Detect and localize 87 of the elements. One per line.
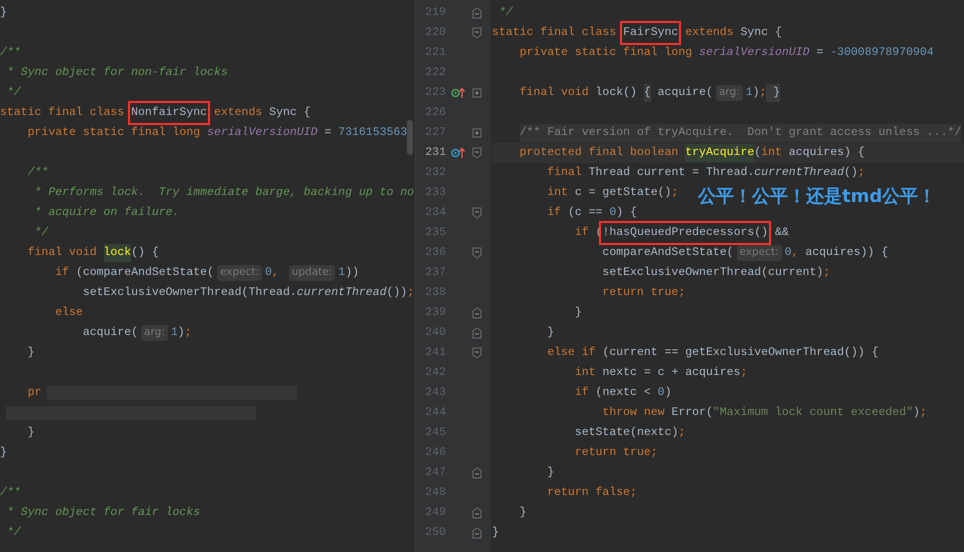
circle-arrow-icon[interactable] — [451, 147, 465, 159]
code-line: pr — [28, 385, 42, 402]
code-line: setExclusiveOwnerThread(current); — [602, 265, 830, 282]
fold-marker-icon[interactable] — [472, 467, 482, 479]
code-text: if (compareAndSetState( — [55, 265, 214, 282]
code-line: else — [55, 305, 83, 322]
code-line: throw new Error("Maximum lock count exceeded"); — [602, 405, 927, 422]
folded-code: } — [766, 84, 780, 102]
usage-highlight: tryAcquire — [685, 144, 754, 162]
code-text: acquire( — [82, 325, 138, 342]
fold-marker-icon[interactable] — [472, 327, 482, 339]
fold-marker-icon[interactable] — [472, 207, 482, 219]
code-line: final Thread current = Thread.currentThread(); — [547, 165, 865, 182]
code-line: } — [547, 465, 554, 482]
code-text: 0, acquires)) { — [784, 245, 888, 262]
code-line: int c = getState(); — [547, 185, 678, 202]
code-line: } — [492, 525, 499, 542]
marked-identifier: NonfairSync — [131, 104, 208, 122]
code-text: 1)) — [338, 265, 359, 282]
code-line: } — [574, 305, 582, 322]
code-text: final void — [28, 245, 98, 262]
fold-marker-icon[interactable] — [472, 507, 482, 519]
code-line: */ — [498, 5, 513, 22]
code-line: setState(nextc); — [574, 425, 686, 442]
code-text: () { — [131, 245, 159, 262]
code-text: static final class — [0, 105, 126, 122]
marked-identifier: !hasQueuedPredecessors() — [602, 224, 768, 242]
code-text: acquire( — [656, 85, 713, 102]
parameter-hint: expect: — [216, 265, 262, 281]
code-line: * acquire on failure. — [34, 205, 180, 222]
code-line: /** — [0, 45, 21, 62]
code-line: return false; — [547, 485, 637, 502]
code-text: static final class — [492, 25, 618, 42]
code-line: } — [0, 5, 7, 22]
code-line: } — [0, 445, 7, 462]
fold-marker-icon[interactable] — [472, 527, 482, 539]
circle-arrow-icon[interactable] — [451, 87, 465, 99]
code-text: 1); — [170, 325, 192, 342]
code-text: compareAndSetState( — [602, 245, 734, 262]
code-line: */ — [6, 85, 21, 102]
code-line: } — [28, 425, 35, 442]
code-line: } — [520, 505, 527, 522]
code-line: return true; — [602, 285, 686, 302]
scrollbar-thumb — [407, 120, 413, 155]
code-line: if (nextc < 0) — [574, 385, 672, 402]
usage-highlight: lock — [104, 244, 132, 262]
parameter-hint: expect: — [736, 245, 782, 261]
code-text: extends Sync { — [684, 25, 782, 42]
fold-marker-icon[interactable] — [472, 27, 482, 39]
fold-marker-icon[interactable] — [472, 347, 482, 359]
code-line: else if (current == getExclusiveOwnerThread()) { — [547, 345, 878, 362]
code-line: return true; — [574, 445, 658, 462]
code-line: */ — [6, 525, 21, 542]
marked-identifier: FairSync — [623, 24, 678, 42]
code-line: * Sync object for fair locks — [6, 505, 200, 522]
line-number: 231 — [424, 145, 446, 162]
fold-marker-icon[interactable] — [472, 307, 482, 319]
code-text: && — [774, 225, 789, 242]
expand-icon[interactable] — [472, 127, 482, 139]
fold-marker-icon[interactable] — [472, 147, 482, 159]
code-text: protected final boolean — [520, 145, 680, 162]
code-text: 0, — [265, 265, 280, 282]
code-line: } — [28, 345, 35, 362]
code-line: /** — [0, 485, 21, 502]
code-line: int nextc = c + acquires; — [574, 365, 748, 382]
code-line: */ — [34, 225, 48, 242]
fold-marker-icon[interactable] — [472, 7, 482, 19]
folded-comment: /** Fair version of tryAcquire. Don't grant access unless ...*/ — [520, 124, 962, 142]
code-line: setExclusiveOwnerThread(Thread.currentThread()); — [82, 285, 414, 302]
code-text: extends Sync { — [212, 105, 311, 122]
code-text: (int acquires) { — [754, 145, 865, 162]
code-line: /** — [28, 165, 48, 182]
code-line: } — [547, 325, 554, 342]
parameter-hint: arg: — [716, 85, 743, 101]
code-line: * Sync object for non-fair locks — [6, 65, 228, 82]
code-line: private static final long serialVersionUID = 7316153563 — [28, 125, 408, 142]
code-line: * Performs lock. Try immediate barge, backing up to no — [34, 185, 414, 202]
code-line: if (c == 0) { — [547, 205, 637, 222]
expand-icon[interactable] — [472, 87, 482, 99]
parameter-hint: update: — [288, 265, 336, 281]
code-text: 1); — [746, 85, 766, 102]
parameter-hint: arg: — [141, 325, 168, 341]
fold-marker-icon[interactable] — [472, 247, 482, 259]
code-text: final void lock() — [520, 85, 638, 102]
annotation-text: 公平！公平！还是tmd公平！ — [698, 185, 936, 209]
code-line: private static final long serialVersionUID = -30008978970904 — [520, 45, 934, 62]
folded-code: { — [644, 84, 651, 102]
